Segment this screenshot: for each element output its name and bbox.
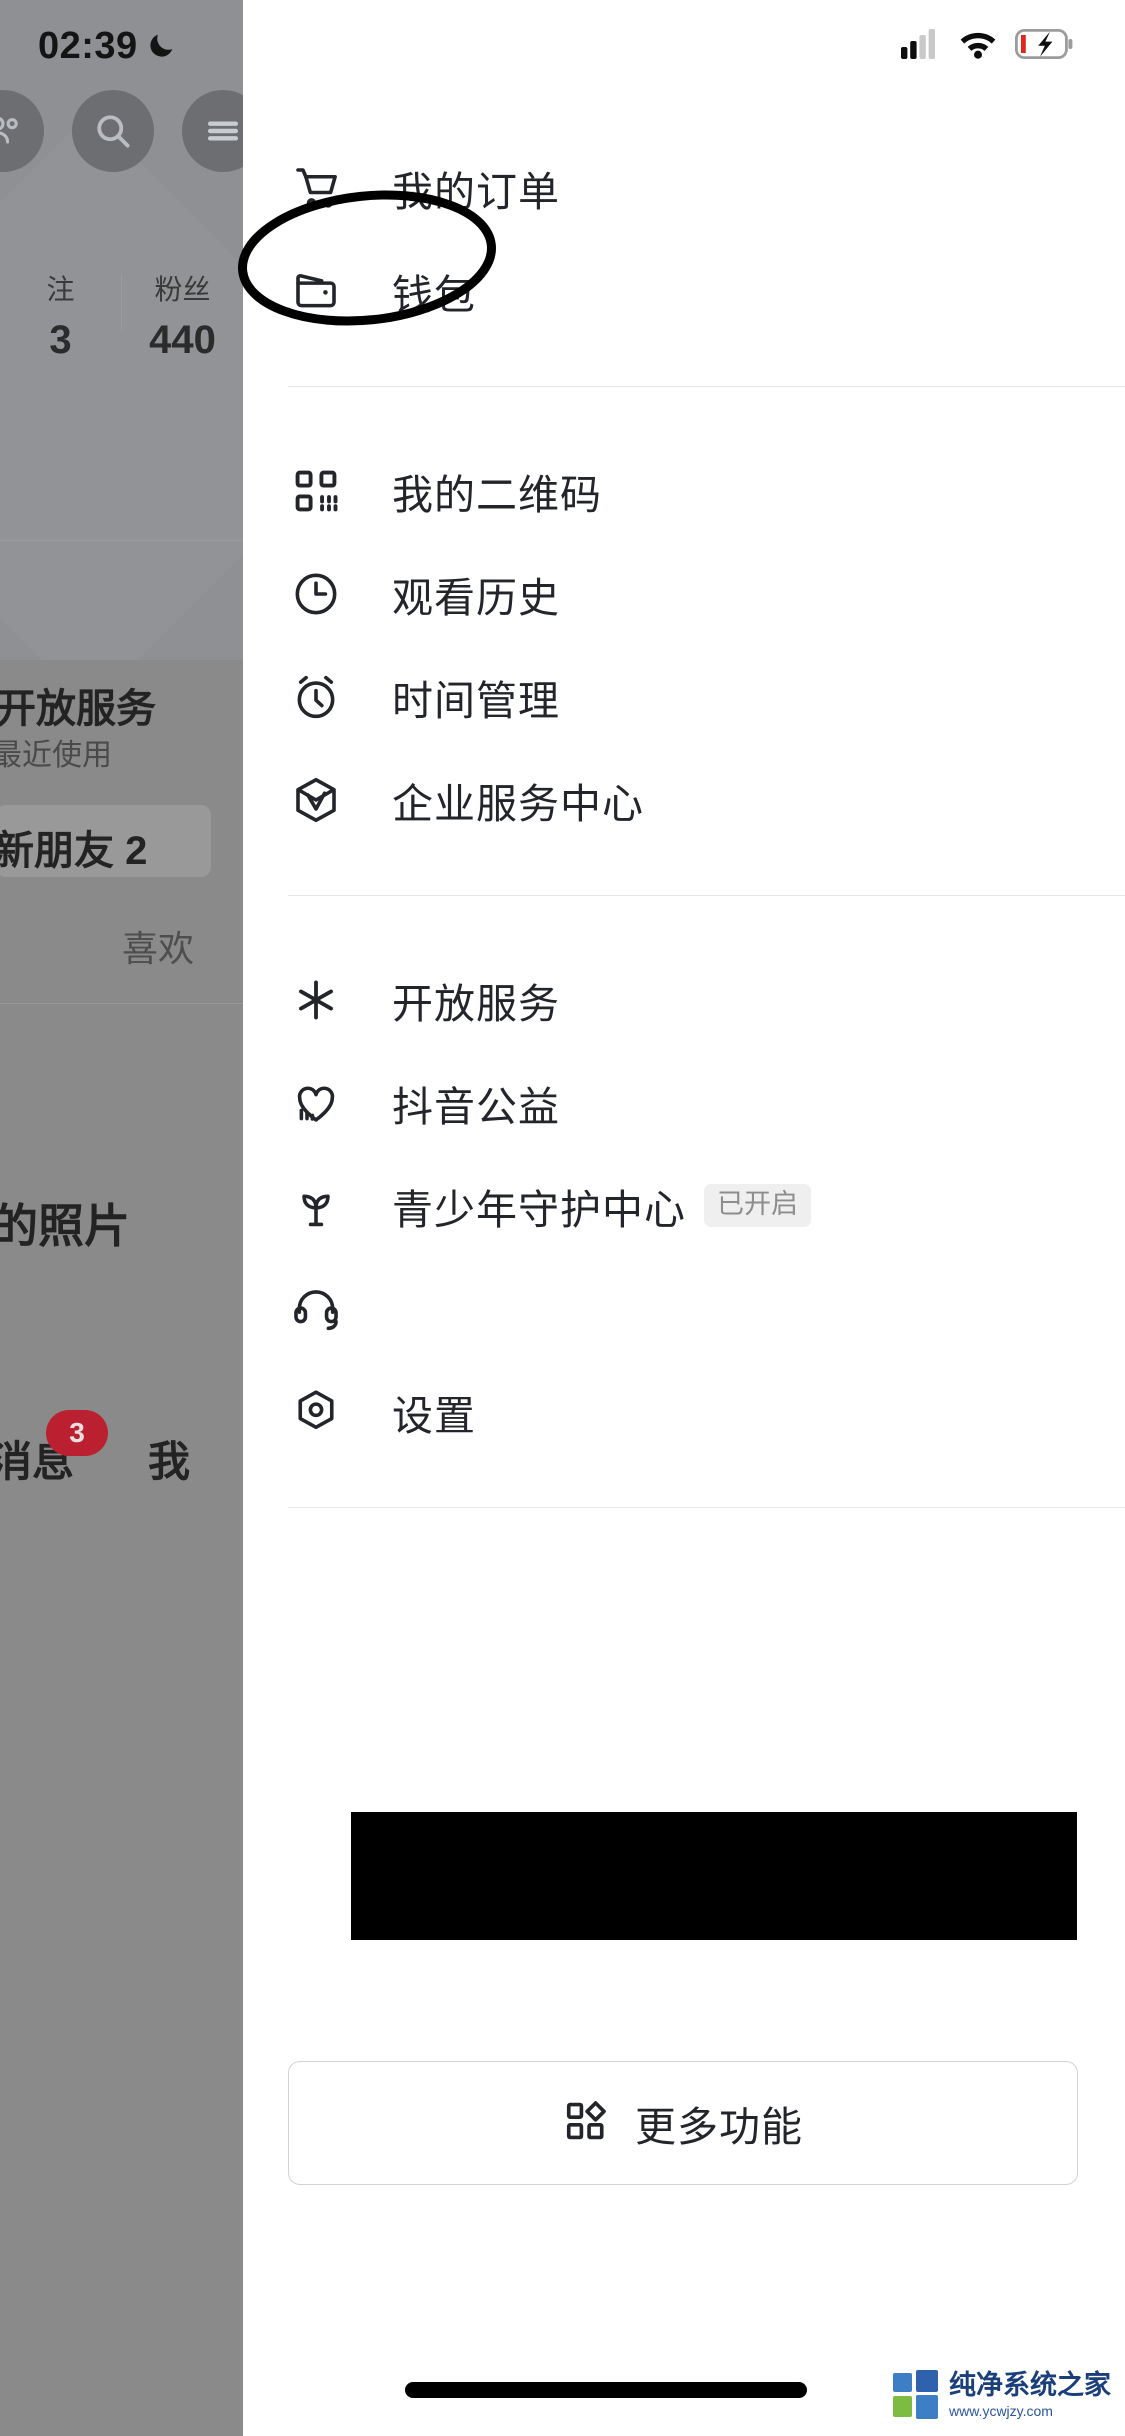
menu-item-label: 抖音公益 xyxy=(392,1083,560,1130)
battery-charging-icon xyxy=(1014,28,1073,64)
stat-value: 440 xyxy=(149,318,216,362)
menu-item-label: 时间管理 xyxy=(392,677,560,724)
status-bar xyxy=(243,0,1125,92)
watermark-logo-icon xyxy=(893,2370,941,2420)
menu-group-spacer xyxy=(243,1463,1125,1507)
menu-item-my-orders[interactable]: 我的订单 xyxy=(243,136,1125,239)
qr-code-icon xyxy=(288,463,344,519)
lock-icon xyxy=(196,925,222,955)
background-me-tab[interactable]: 我 xyxy=(148,1428,190,1489)
profile-action-buttons[interactable] xyxy=(0,90,243,172)
moon-icon xyxy=(146,31,176,61)
heart-charity-icon xyxy=(288,1075,344,1131)
more-features-button[interactable]: 更多功能 xyxy=(288,2061,1078,2185)
status-icons xyxy=(901,28,1073,65)
asterisk-star-icon xyxy=(288,972,344,1028)
clock-icon xyxy=(288,566,344,622)
more-features-wrapper: 更多功能 xyxy=(288,2061,1078,2185)
menu-item-label: 我的订单 xyxy=(392,168,560,215)
menu-top-spacer xyxy=(243,92,1125,136)
menu-item-label: 观看历史 xyxy=(392,574,560,621)
menu-item-label: 我的二维码 xyxy=(392,471,602,518)
background-likes-tab[interactable]: 喜欢 xyxy=(122,920,194,972)
watermark-title: 纯净系统之家 xyxy=(949,2370,1111,2400)
profile-stats: 注 3 粉丝 440 xyxy=(0,268,243,376)
watermark-url: www.ycwjzy.com xyxy=(949,2403,1053,2419)
stat-label: 粉丝 xyxy=(154,274,211,305)
lock-icon xyxy=(8,925,34,955)
background-new-friends-label: 新朋友 2 xyxy=(0,829,148,873)
cellular-signal-icon xyxy=(901,28,941,64)
background-divider xyxy=(0,540,243,541)
menu-item-settings[interactable]: 设置 xyxy=(243,1360,1125,1463)
home-indicator[interactable] xyxy=(405,2382,807,2398)
menu-item-wallet[interactable]: 钱包 xyxy=(243,239,1125,342)
shopping-cart-icon xyxy=(288,160,344,216)
background-photos-label: 的照片 xyxy=(0,1200,130,1252)
wallet-icon xyxy=(288,263,344,319)
headset-icon xyxy=(288,1281,344,1337)
enterprise-cube-icon xyxy=(288,772,344,828)
wifi-icon xyxy=(957,28,999,65)
status-time-group: 02:39 xyxy=(38,25,176,68)
menu-item-enterprise-service-center[interactable]: 企业服务中心 xyxy=(243,748,1125,851)
alarm-clock-icon xyxy=(288,669,344,725)
menu-item-open-service[interactable]: 开放服务 xyxy=(243,948,1125,1051)
menu-item-watch-history[interactable]: 观看历史 xyxy=(243,542,1125,645)
apps-grid-icon xyxy=(563,2098,609,2149)
menu-group-spacer xyxy=(243,851,1125,895)
side-drawer-panel: 我的订单 钱包 我的二维码 观看历史 时间管理 企业服务中心 开放服务 抖音公益… xyxy=(243,0,1125,2436)
messages-badge: 3 xyxy=(46,1410,108,1456)
stat-value: 3 xyxy=(49,318,72,362)
sprout-icon xyxy=(288,1178,344,1234)
menu-item-label: 企业服务中心 xyxy=(392,780,644,827)
menu-item-my-qr-code[interactable]: 我的二维码 xyxy=(243,439,1125,542)
watermark: 纯净系统之家 www.ycwjzy.com xyxy=(893,2370,1111,2420)
menu-item-time-management[interactable]: 时间管理 xyxy=(243,645,1125,748)
stat-label: 注 xyxy=(46,274,75,305)
menu-item-label: 设置 xyxy=(392,1392,476,1439)
status-badge: 已开启 xyxy=(704,1184,811,1227)
screen: 02:39 注 3 粉丝 440 开放服务 最近使用 新朋友 2 喜欢 的照片 … xyxy=(0,0,1125,2436)
background-open-service-title: 开放服务 xyxy=(0,687,156,731)
settings-gear-icon xyxy=(288,1384,344,1440)
menu-item-label: 钱包 xyxy=(392,271,476,318)
add-friend-icon[interactable] xyxy=(0,90,44,172)
stat-following[interactable]: 注 3 xyxy=(0,268,121,363)
background-divider xyxy=(0,1003,243,1004)
dimmed-background-profile[interactable]: 02:39 注 3 粉丝 440 开放服务 最近使用 新朋友 2 喜欢 的照片 … xyxy=(0,0,243,2436)
menu-item-label: 青少年守护中心 xyxy=(392,1186,686,1233)
menu-group-spacer xyxy=(243,896,1125,948)
background-recently-used: 最近使用 xyxy=(0,739,112,772)
stat-followers[interactable]: 粉丝 440 xyxy=(122,268,243,363)
status-time: 02:39 xyxy=(38,24,138,67)
menu-icon[interactable] xyxy=(182,90,243,172)
menu-group-spacer xyxy=(243,387,1125,439)
redaction-bar xyxy=(351,1812,1077,1940)
menu-item-teen-guardian-center[interactable]: 青少年守护中心 已开启 xyxy=(243,1154,1125,1257)
watermark-text: 纯净系统之家 www.ycwjzy.com xyxy=(949,2370,1111,2419)
menu-divider xyxy=(288,1507,1125,1508)
menu-item-label: 开放服务 xyxy=(392,980,560,1027)
search-icon[interactable] xyxy=(72,90,154,172)
menu-item-douyin-charity[interactable]: 抖音公益 xyxy=(243,1051,1125,1154)
more-features-label: 更多功能 xyxy=(635,2104,803,2150)
menu-group-spacer xyxy=(243,342,1125,386)
menu-item-customer-service-redacted[interactable] xyxy=(243,1257,1125,1360)
drawer-menu: 我的订单 钱包 我的二维码 观看历史 时间管理 企业服务中心 开放服务 抖音公益… xyxy=(243,92,1125,1508)
background-status-bar: 02:39 xyxy=(0,0,243,92)
